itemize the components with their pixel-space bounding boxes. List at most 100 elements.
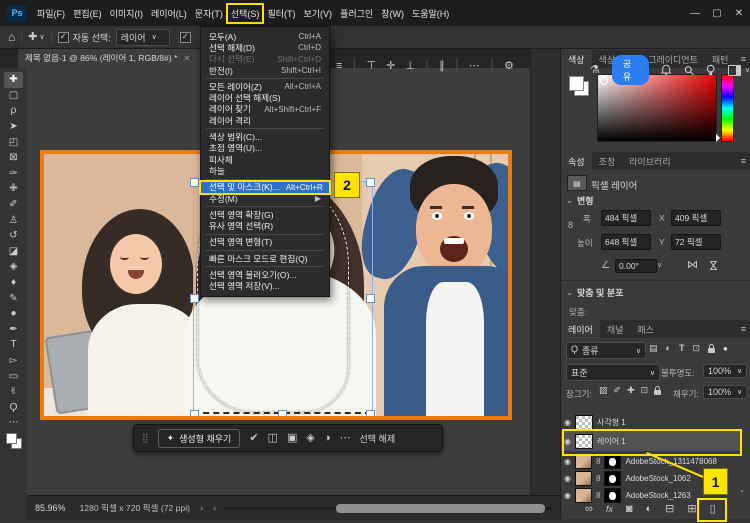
menu-item[interactable]: 모두(A)Ctrl+A bbox=[201, 31, 329, 42]
home-icon[interactable]: ⌂ bbox=[8, 31, 15, 43]
menu-plugins[interactable]: 플러그인 bbox=[337, 5, 376, 22]
align-text-icon[interactable]: ≡ bbox=[336, 61, 342, 72]
panel-menu-icon[interactable]: ≡ bbox=[741, 324, 746, 334]
menu-item[interactable]: 빠른 마스크 모드로 편집(Q) bbox=[201, 253, 329, 264]
marquee-tool[interactable]: ▢ bbox=[4, 88, 23, 104]
filter-toggle-icon[interactable]: ● bbox=[723, 345, 728, 353]
x-field[interactable]: 409 픽셀 bbox=[671, 210, 721, 226]
filter-type-icon[interactable]: T bbox=[679, 344, 685, 353]
menu-item[interactable]: 피사체 bbox=[201, 154, 329, 165]
opacity-dropdown[interactable]: 100%∨ bbox=[703, 364, 747, 378]
menu-item[interactable]: 모든 레이어(Z)Alt+Ctrl+A bbox=[201, 81, 329, 92]
lasso-tool[interactable]: ρ bbox=[4, 103, 23, 119]
maximize-button[interactable]: ▢ bbox=[706, 8, 728, 19]
visibility-eye-icon[interactable]: ◉ bbox=[564, 491, 571, 500]
status-arrow-icon[interactable]: › bbox=[200, 503, 203, 514]
menu-layer[interactable]: 레이어(L) bbox=[148, 5, 190, 22]
filter-shape-icon[interactable]: ⊡ bbox=[692, 344, 700, 353]
shape-tool[interactable]: ▭ bbox=[4, 368, 23, 384]
menu-item[interactable]: 레이어 찾기Alt+Shift+Ctrl+F bbox=[201, 104, 329, 115]
generative-fill-button[interactable]: ✦ 생성형 채우기 bbox=[158, 429, 241, 448]
more-options-icon[interactable]: ⋯ bbox=[469, 61, 480, 72]
layer-mask-thumbnail[interactable] bbox=[604, 471, 621, 486]
menu-image[interactable]: 이미지(I) bbox=[107, 5, 146, 22]
menu-item[interactable]: 유사 영역 선택(R) bbox=[201, 220, 329, 231]
visibility-eye-icon[interactable]: ◉ bbox=[564, 418, 571, 427]
gear-icon[interactable]: ⚙ bbox=[504, 61, 514, 72]
show-transform-checkbox[interactable]: ✓ bbox=[180, 32, 191, 43]
lock-artboard-icon[interactable]: ⊡ bbox=[641, 386, 649, 395]
zoom-level[interactable]: 85.96% bbox=[35, 503, 66, 513]
lightbulb-icon[interactable] bbox=[706, 64, 715, 76]
tab-channels[interactable]: 채널 bbox=[600, 320, 631, 338]
zoom-tool[interactable]: Ϙ bbox=[4, 399, 23, 415]
clone-stamp-tool[interactable]: ♙ bbox=[4, 212, 23, 228]
search-icon[interactable] bbox=[684, 65, 694, 76]
mask-link-icon[interactable]: 8 bbox=[596, 491, 600, 500]
move-tool-icon[interactable]: ✚ bbox=[28, 32, 37, 43]
fill-icon[interactable]: ◈ bbox=[306, 433, 314, 444]
menu-item[interactable]: 레이어 선택 해제(S) bbox=[201, 92, 329, 103]
tab-layers[interactable]: 레이어 bbox=[561, 320, 600, 338]
tab-color[interactable]: 색상 bbox=[561, 50, 592, 68]
menu-item[interactable]: 초점 영역(U)... bbox=[201, 143, 329, 154]
eyedropper-tool[interactable]: ✑ bbox=[4, 166, 23, 182]
brush-tool[interactable]: ✐ bbox=[4, 197, 23, 213]
width-field[interactable]: 484 픽셀 bbox=[601, 210, 651, 226]
deselect-button[interactable]: 선택 해제 bbox=[359, 432, 395, 445]
menu-file[interactable]: 파일(F) bbox=[34, 5, 68, 22]
menu-edit[interactable]: 편집(E) bbox=[70, 5, 105, 22]
tab-properties[interactable]: 속성 bbox=[561, 152, 592, 170]
menu-select[interactable]: 선택(S) bbox=[228, 5, 263, 22]
gradient-tool[interactable]: ◈ bbox=[4, 259, 23, 275]
tab-libraries[interactable]: 라이브러리 bbox=[622, 152, 677, 170]
menu-help[interactable]: 도움말(H) bbox=[409, 5, 452, 22]
align-center-icon[interactable]: ✛ bbox=[386, 61, 395, 72]
auto-select-checkbox[interactable]: ✓ bbox=[58, 32, 69, 43]
minimize-button[interactable]: — bbox=[684, 8, 706, 19]
drag-handle-icon[interactable]: ⣿ bbox=[142, 433, 149, 444]
add-mask-icon[interactable]: ◙ bbox=[626, 504, 633, 515]
share-button[interactable]: 공유 bbox=[612, 55, 650, 85]
lock-transparent-icon[interactable]: ▨ bbox=[599, 386, 608, 395]
tab-paths[interactable]: 패스 bbox=[630, 320, 661, 338]
new-layer-icon[interactable]: ⊞ bbox=[687, 504, 696, 515]
new-group-icon[interactable]: ⊟ bbox=[665, 504, 674, 515]
transform-handle[interactable] bbox=[366, 178, 375, 187]
layer-filter-dropdown[interactable]: Ϙ종류 ∨ bbox=[566, 342, 646, 359]
transform-handle[interactable] bbox=[190, 294, 199, 303]
chevron-down-icon[interactable]: ∨ bbox=[657, 261, 662, 269]
blur-tool[interactable]: ♦ bbox=[4, 275, 23, 291]
bell-icon[interactable] bbox=[661, 64, 671, 76]
adjustment-layer-icon[interactable]: ◐ bbox=[646, 504, 653, 515]
foreground-background-swatches[interactable] bbox=[569, 76, 589, 96]
invert-selection-icon[interactable]: ◫ bbox=[268, 433, 278, 444]
create-mask-icon[interactable]: ▣ bbox=[287, 433, 297, 444]
menu-window[interactable]: 창(W) bbox=[378, 5, 407, 22]
panel-menu-icon[interactable]: ≡ bbox=[741, 156, 746, 166]
layer-thumbnail[interactable] bbox=[575, 471, 592, 486]
menu-item[interactable]: 수정(M)▶ bbox=[201, 193, 329, 204]
transform-handle[interactable] bbox=[190, 410, 199, 416]
layer-effects-icon[interactable]: fx bbox=[606, 505, 613, 514]
y-field[interactable]: 72 픽셀 bbox=[671, 234, 721, 250]
healing-brush-tool[interactable]: ✙ bbox=[4, 181, 23, 197]
close-tab-icon[interactable]: ✕ bbox=[183, 54, 190, 63]
layer-thumbnail[interactable] bbox=[575, 454, 592, 469]
scrollbar-thumb[interactable] bbox=[336, 504, 546, 513]
filter-image-icon[interactable]: ▤ bbox=[649, 344, 658, 353]
hand-tool[interactable]: ✌ bbox=[4, 384, 23, 400]
transform-handle[interactable] bbox=[366, 294, 375, 303]
lock-position-icon[interactable]: ✚ bbox=[627, 386, 635, 395]
fill-dropdown[interactable]: 100%∨ bbox=[703, 385, 747, 399]
frame-tool[interactable]: ⊠ bbox=[4, 150, 23, 166]
mask-link-icon[interactable]: 8 bbox=[596, 457, 600, 466]
menu-item-select-and-mask[interactable]: 선택 및 마스크(K)...Alt+Ctrl+R bbox=[201, 182, 329, 193]
menu-item[interactable]: 하늘 bbox=[201, 165, 329, 176]
blend-mode-dropdown[interactable]: 표준∨ bbox=[566, 364, 660, 381]
scrollbar-left-arrow-icon[interactable]: ‹ bbox=[213, 503, 216, 514]
visibility-eye-icon[interactable]: ◉ bbox=[564, 474, 571, 483]
menu-item[interactable]: 선택 영역 불러오기(O)... bbox=[201, 269, 329, 280]
layer-mask-thumbnail[interactable] bbox=[604, 454, 621, 469]
chevron-down-icon[interactable]: ∨ bbox=[39, 34, 44, 41]
